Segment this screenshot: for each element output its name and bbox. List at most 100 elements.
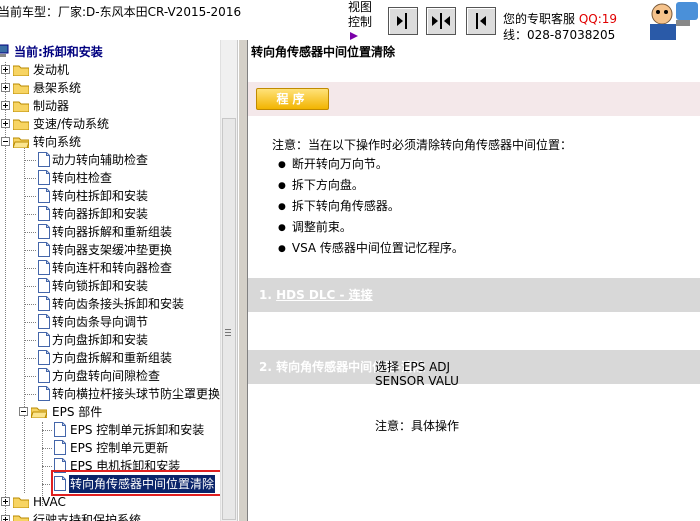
tree-leaf[interactable]: 转向齿条导向调节 (24, 313, 220, 331)
qq-label: QQ:19 (578, 12, 618, 26)
program-button[interactable]: 程序 (256, 88, 329, 110)
scrollbar-thumb[interactable] (222, 118, 236, 520)
panel-splitter[interactable] (238, 40, 248, 521)
tree-leaf[interactable]: 转向锁拆卸和安装 (24, 277, 220, 295)
note-intro: 注意：当在以下操作时必须清除转向角传感器中间位置： (272, 138, 573, 152)
document-icon (38, 386, 50, 401)
document-icon (38, 152, 50, 167)
view-left-button[interactable] (388, 7, 418, 35)
folder-icon (13, 83, 29, 94)
view-left-icon (397, 13, 407, 29)
tree-item-engine[interactable]: 发动机 (0, 61, 220, 79)
document-icon (54, 440, 66, 455)
document-icon (38, 332, 50, 347)
selected-item-highlight (51, 470, 228, 496)
tree-leaf-label: 转向柱拆卸和安装 (52, 189, 149, 203)
tree-leaf[interactable]: 转向横拉杆接头球节防尘罩更换 (24, 385, 220, 403)
tree-leaf-label: 转向锁拆卸和安装 (52, 279, 149, 293)
tree-item-label: 发动机 (33, 63, 70, 77)
document-icon (38, 368, 50, 383)
step-1-number: 1. (259, 288, 277, 302)
expand-icon[interactable] (1, 515, 10, 521)
folder-icon (13, 119, 29, 130)
tree-leaf[interactable]: 转向连杆和转向器检查 (24, 259, 220, 277)
customer-service-label: 您的专职客服 QQ:19 (503, 10, 617, 27)
view-split-button[interactable] (426, 7, 456, 35)
tree-leaf-label: 转向横拉杆接头球节防尘罩更换 (52, 387, 221, 401)
scrollbar-grip-icon (225, 329, 231, 336)
view-right-icon (476, 13, 486, 29)
tree-leaf[interactable]: 转向柱检查 (24, 169, 220, 187)
folder-icon (13, 515, 29, 521)
tree-leaf-label: 转向器支架缓冲垫更换 (52, 243, 173, 257)
tree-item-label: EPS 部件 (52, 405, 103, 419)
tree-leaf-label: 转向齿条导向调节 (52, 315, 149, 329)
tree-leaf[interactable]: EPS 控制单元拆卸和安装 (42, 421, 220, 439)
header-bar: 当前车型：厂家:D-东风本田CR-V2015-2016 视图控制 您的专职客服 … (0, 0, 700, 40)
expand-icon[interactable] (1, 101, 10, 110)
tree-leaf[interactable]: 转向器拆卸和安装 (24, 205, 220, 223)
tree-leaf[interactable]: 转向柱拆卸和安装 (24, 187, 220, 205)
tree-leaf-label: 动力转向辅助检查 (52, 153, 149, 167)
document-icon (38, 260, 50, 275)
computer-icon (0, 44, 9, 57)
vehicle-label: 当前车型：厂家:D-东风本田CR-V2015-2016 (0, 5, 242, 19)
tree-leaf[interactable]: 转向器支架缓冲垫更换 (24, 241, 220, 259)
step-2-body (248, 384, 700, 521)
document-icon (38, 206, 50, 221)
folder-icon (13, 101, 29, 112)
tree-leaf[interactable]: 转向齿条接头拆卸和安装 (24, 295, 220, 313)
document-icon (38, 314, 50, 329)
page-title: 转向角传感器中间位置清除 (251, 45, 396, 59)
tree-item-transmission[interactable]: 变速/传动系统 (0, 115, 220, 133)
tree-leaf[interactable]: 方向盘转向间隙检查 (24, 367, 220, 385)
tree-leaf-label: 转向连杆和转向器检查 (52, 261, 173, 275)
document-icon (54, 422, 66, 437)
folder-icon (13, 497, 29, 508)
tree-item-eps-parts[interactable]: EPS 部件 (18, 403, 220, 421)
document-icon (38, 350, 50, 365)
program-bar: 程序 (248, 82, 700, 116)
tree-leaf-label: 转向柱检查 (52, 171, 113, 185)
tree-item-steering[interactable]: 转向系统 (0, 133, 220, 151)
tree-item-brakes[interactable]: 制动器 (0, 97, 220, 115)
collapse-icon[interactable] (19, 407, 28, 416)
view-right-button[interactable] (466, 7, 496, 35)
tree-item-suspension[interactable]: 悬架系统 (0, 79, 220, 97)
folder-icon (13, 65, 29, 76)
document-icon (38, 278, 50, 293)
document-icon (38, 170, 50, 185)
tree-leaf[interactable]: 转向器拆解和重新组装 (24, 223, 220, 241)
tree-leaf[interactable]: EPS 控制单元更新 (42, 439, 220, 457)
tree-item-label: 转向系统 (33, 135, 82, 149)
tree-item-driving-support[interactable]: 行驶支持和保护系统 (0, 511, 220, 521)
expand-icon[interactable] (1, 119, 10, 128)
tree-scrollbar[interactable] (220, 40, 237, 521)
select-line-2: SENSOR VALU (375, 374, 459, 388)
document-icon (38, 224, 50, 239)
content-panel: 转向角传感器中间位置清除 程序 注意：当在以下操作时必须清除转向角传感器中间位置… (248, 40, 700, 521)
tree-leaf[interactable]: 动力转向辅助检查 (24, 151, 220, 169)
tree-root-label[interactable]: 当前:拆卸和安装 (14, 43, 103, 60)
list-item: VSA 传感器中间位置记忆程序。 (278, 240, 464, 261)
expand-icon[interactable] (1, 65, 10, 74)
expand-icon[interactable] (1, 497, 10, 506)
tree-item-label: 制动器 (33, 99, 70, 113)
hds-dlc-connect-link[interactable]: HDS DLC - 连接 (276, 288, 373, 302)
view-marker-icon (350, 32, 358, 40)
document-icon (38, 296, 50, 311)
tree-item-label: 行驶支持和保护系统 (33, 513, 142, 521)
tree-leaf-label: EPS 控制单元拆卸和安装 (70, 423, 205, 437)
note-list: 断开转向万向节。 拆下方向盘。 拆下转向角传感器。 调整前束。 VSA 传感器中… (278, 156, 464, 261)
expand-icon[interactable] (1, 83, 10, 92)
tree-leaf[interactable]: 方向盘拆解和重新组装 (24, 349, 220, 367)
list-item: 断开转向万向节。 (278, 156, 464, 177)
tree-leaf[interactable]: 方向盘拆卸和安装 (24, 331, 220, 349)
collapse-icon[interactable] (1, 137, 10, 146)
phone-label: 线：028-87038205 (503, 28, 616, 40)
tree-leaf-label: 转向器拆解和重新组装 (52, 225, 173, 239)
open-folder-icon (31, 407, 47, 418)
step-1-header: 1. HDS DLC - 连接 (248, 278, 700, 312)
note-block: 注意：当在以下操作时必须清除转向角传感器中间位置： 断开转向万向节。 拆下方向盘… (248, 116, 700, 278)
select-line-1: 选择 EPS ADJ (375, 360, 451, 374)
